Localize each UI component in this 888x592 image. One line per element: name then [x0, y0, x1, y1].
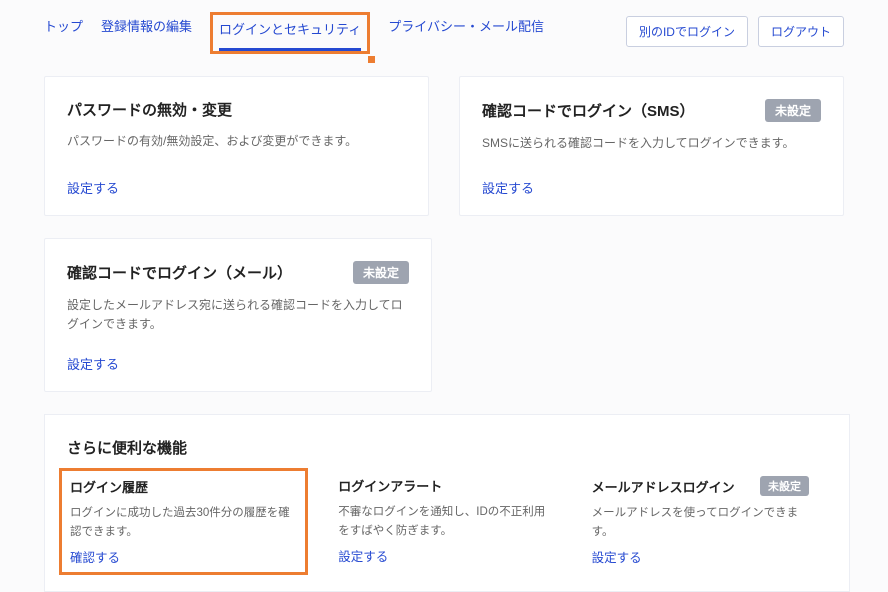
- additional-features-section: さらに便利な機能 ログイン履歴 ログインに成功した過去30件分の履歴を確認できま…: [44, 414, 850, 592]
- feature-login-history: ログイン履歴 ログインに成功した過去30件分の履歴を確認できます。 確認する: [67, 476, 320, 569]
- card-title: 確認コードでログイン（メール）: [67, 262, 292, 283]
- card-sms: 確認コードでログイン（SMS） 未設定 SMSに送られる確認コードを入力してログ…: [459, 76, 844, 216]
- status-badge: 未設定: [353, 261, 409, 284]
- card-mail: 確認コードでログイン（メール） 未設定 設定したメールアドレス宛に送られる確認コ…: [44, 238, 432, 392]
- card-row-2: 確認コードでログイン（メール） 未設定 設定したメールアドレス宛に送られる確認コ…: [44, 238, 844, 392]
- tabs: トップ 登録情報の編集 ログインとセキュリティ プライバシー・メール配信: [44, 16, 544, 54]
- card-desc: SMSに送られる確認コードを入力してログインできます。: [482, 134, 821, 158]
- tab-top[interactable]: トップ: [44, 16, 83, 54]
- card-title: 確認コードでログイン（SMS）: [482, 100, 695, 121]
- card-row-1: パスワードの無効・変更 パスワードの有効/無効設定、および変更ができます。 設定…: [44, 76, 844, 216]
- feature-login-alert: ログインアラート 不審なログインを通知し、IDの不正利用をすばやく防ぎます。 設…: [320, 476, 573, 569]
- header: トップ 登録情報の編集 ログインとセキュリティ プライバシー・メール配信 別のI…: [0, 0, 888, 54]
- highlight-box-history: ログイン履歴 ログインに成功した過去30件分の履歴を確認できます。 確認する: [59, 468, 308, 575]
- other-id-login-button[interactable]: 別のIDでログイン: [626, 16, 748, 47]
- feature-email-login: メールアドレスログイン 未設定 メールアドレスを使ってログインできます。 設定す…: [574, 476, 827, 569]
- card-password: パスワードの無効・変更 パスワードの有効/無効設定、および変更ができます。 設定…: [44, 76, 429, 216]
- card-link-mail[interactable]: 設定する: [67, 354, 409, 373]
- card-desc: 設定したメールアドレス宛に送られる確認コードを入力してログインできます。: [67, 296, 409, 334]
- header-buttons: 別のIDでログイン ログアウト: [626, 16, 844, 47]
- feature-title: ログイン履歴: [70, 477, 148, 496]
- status-badge: 未設定: [760, 476, 809, 496]
- status-badge: 未設定: [765, 99, 821, 122]
- feature-desc: ログインに成功した過去30件分の履歴を確認できます。: [70, 504, 295, 541]
- card-link-sms[interactable]: 設定する: [482, 178, 821, 197]
- card-title: パスワードの無効・変更: [67, 99, 232, 120]
- logout-button[interactable]: ログアウト: [758, 16, 844, 47]
- feature-desc: メールアドレスを使ってログインできます。: [592, 504, 809, 541]
- feature-row: ログイン履歴 ログインに成功した過去30件分の履歴を確認できます。 確認する ロ…: [67, 476, 827, 569]
- section-title: さらに便利な機能: [67, 437, 827, 458]
- feature-desc: 不審なログインを通知し、IDの不正利用をすばやく防ぎます。: [338, 503, 555, 540]
- feature-title: ログインアラート: [338, 476, 442, 495]
- card-desc: パスワードの有効/無効設定、および変更ができます。: [67, 132, 406, 158]
- card-link-password[interactable]: 設定する: [67, 178, 406, 197]
- feature-link-alert[interactable]: 設定する: [338, 546, 388, 565]
- tab-login-security[interactable]: ログインとセキュリティ: [219, 19, 361, 51]
- highlight-box-tab: ログインとセキュリティ: [210, 12, 370, 54]
- tab-privacy[interactable]: プライバシー・メール配信: [388, 16, 544, 54]
- feature-link-history[interactable]: 確認する: [70, 547, 120, 566]
- feature-title: メールアドレスログイン: [592, 477, 735, 496]
- content: パスワードの無効・変更 パスワードの有効/無効設定、および変更ができます。 設定…: [0, 54, 888, 592]
- tab-edit[interactable]: 登録情報の編集: [101, 16, 192, 54]
- feature-link-email-login[interactable]: 設定する: [592, 547, 642, 566]
